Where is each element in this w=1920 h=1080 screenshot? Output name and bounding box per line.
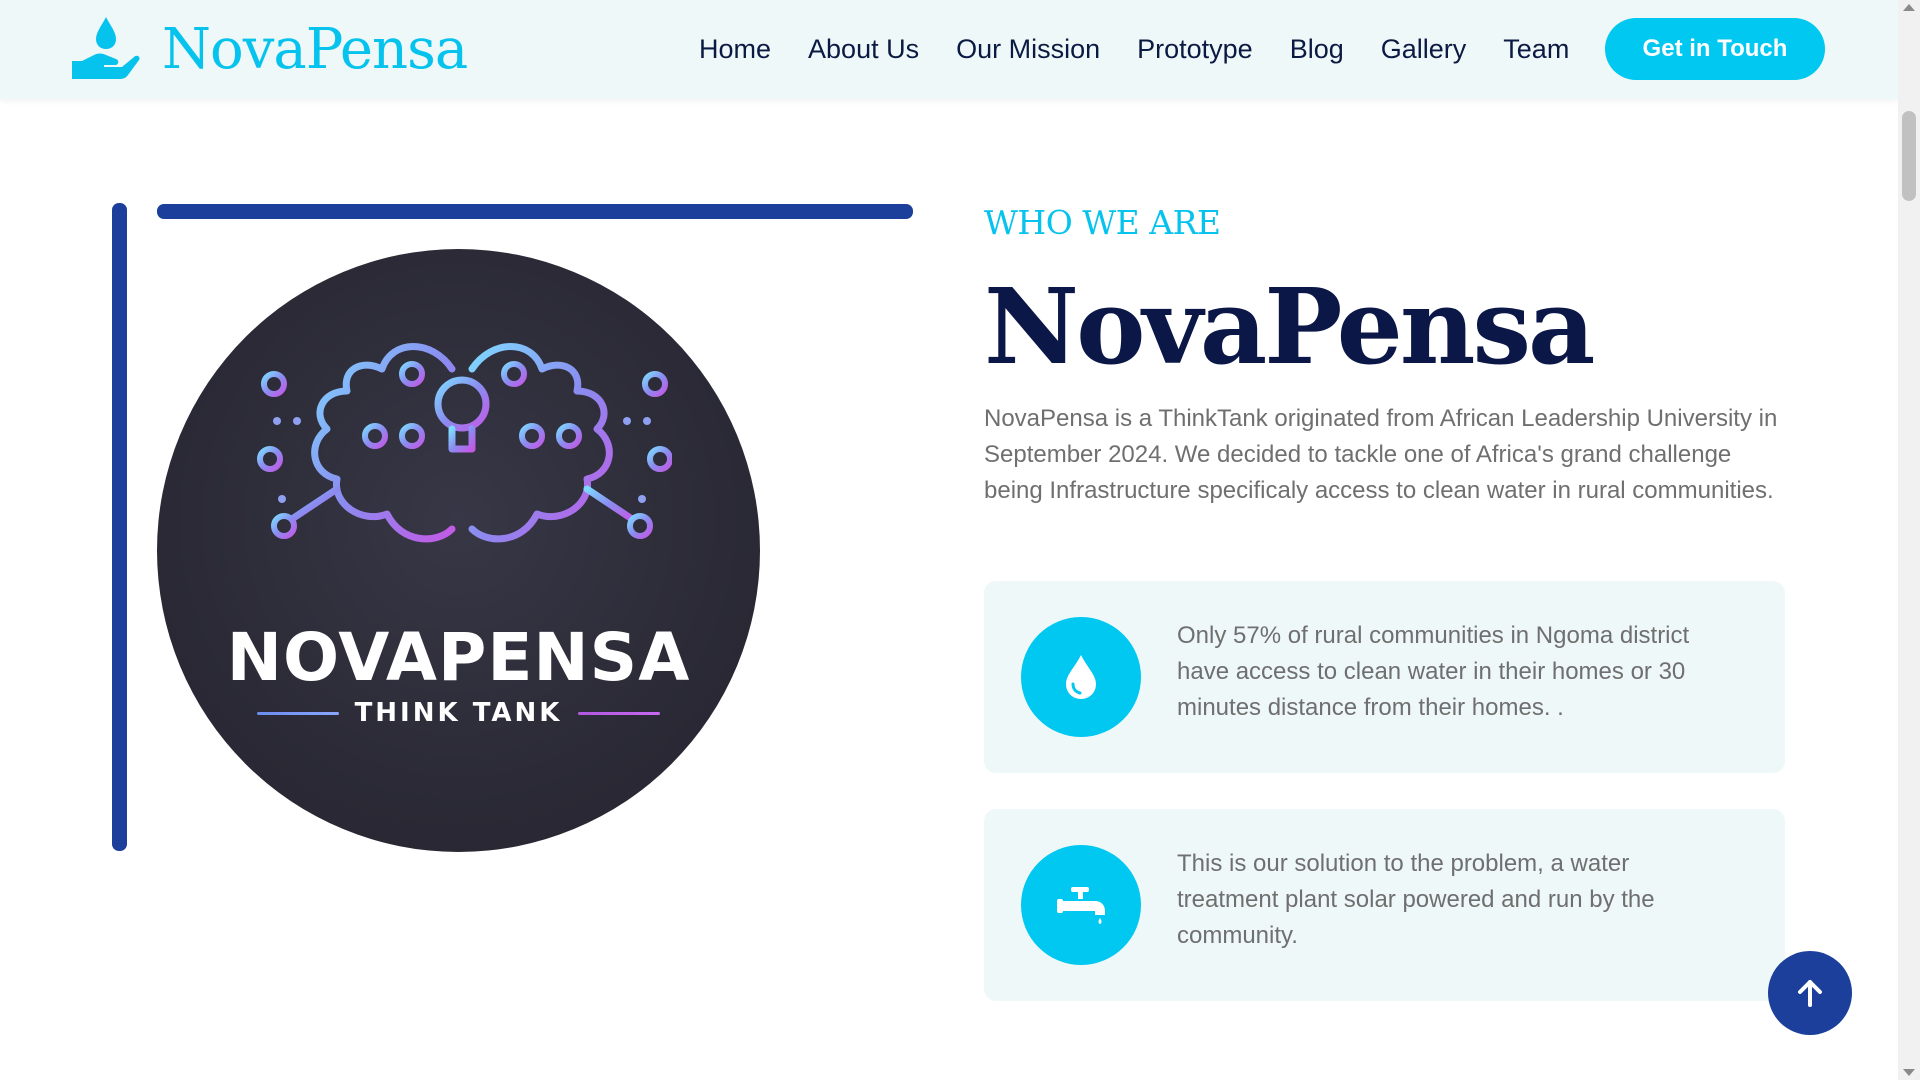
section-headline: NovaPensa — [984, 265, 1595, 388]
feature-text: This is our solution to the problem, a w… — [1177, 850, 1655, 949]
main-nav: Home About Us Our Mission Prototype Blog… — [699, 0, 1569, 99]
decorative-horizontal-bar — [157, 204, 913, 219]
logo-title-text: NOVAPENSA — [226, 619, 691, 696]
navbar: NovaPensa Home About Us Our Mission Prot… — [0, 0, 1898, 99]
nav-gallery[interactable]: Gallery — [1381, 34, 1467, 65]
brand-name: NovaPensa — [162, 16, 468, 82]
feature-card-solution: This is our solution to the problem, a w… — [984, 809, 1785, 1001]
nav-blog[interactable]: Blog — [1290, 34, 1344, 65]
feature-text: Only 57% of rural communities in Ngoma d… — [1177, 622, 1690, 721]
logo-subtitle: THINK TANK — [257, 693, 660, 733]
logo-divider-left — [257, 711, 339, 715]
circuit-brain-lightbulb-icon — [257, 343, 672, 578]
brand-logo-link[interactable]: NovaPensa — [70, 12, 468, 86]
nav-team[interactable]: Team — [1503, 34, 1569, 65]
scrollbar-thumb[interactable] — [1902, 111, 1916, 201]
nav-our-mission[interactable]: Our Mission — [956, 34, 1100, 65]
nav-home[interactable]: Home — [699, 34, 771, 65]
logo-divider-right — [578, 711, 660, 715]
decorative-vertical-bar — [112, 203, 127, 851]
feature-card-water-access: Only 57% of rural communities in Ngoma d… — [984, 581, 1785, 773]
section-eyebrow: WHO WE ARE — [984, 203, 1221, 242]
arrow-up-icon — [1798, 980, 1822, 1007]
page: NovaPensa Home About Us Our Mission Prot… — [0, 0, 1898, 1080]
scroll-down-arrow-icon[interactable] — [1903, 1069, 1915, 1076]
feature-icon-badge — [1021, 845, 1141, 965]
scroll-up-arrow-icon[interactable] — [1903, 4, 1915, 11]
back-to-top-button[interactable] — [1768, 951, 1852, 1035]
novapensa-logo-image: NOVAPENSA THINK TANK — [157, 249, 760, 852]
logo-subtitle-text: THINK TANK — [354, 698, 563, 728]
water-drop-icon — [1066, 655, 1096, 699]
nav-prototype[interactable]: Prototype — [1137, 34, 1253, 65]
water-tap-icon — [1057, 887, 1105, 924]
get-in-touch-button[interactable]: Get in Touch — [1605, 18, 1825, 80]
hand-with-water-drop-icon — [72, 17, 140, 79]
feature-icon-badge — [1021, 617, 1141, 737]
vertical-scrollbar[interactable] — [1898, 0, 1920, 1080]
intro-paragraph: NovaPensa is a ThinkTank originated from… — [984, 405, 1778, 504]
nav-about-us[interactable]: About Us — [808, 34, 919, 65]
